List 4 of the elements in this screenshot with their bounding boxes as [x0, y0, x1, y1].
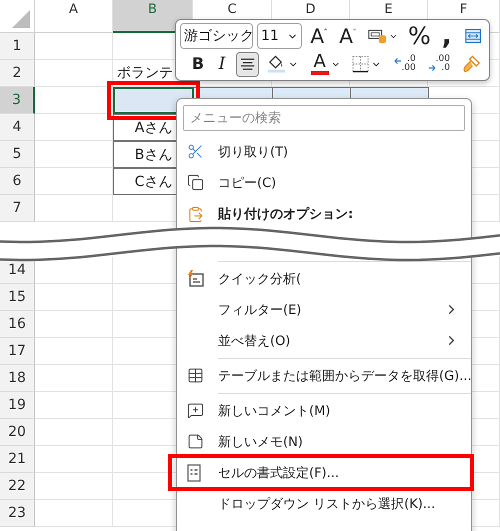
cell-text: ボランテ	[117, 64, 173, 82]
menu-section-heading: 貼り付けのオプション:	[177, 203, 471, 225]
decimal-places-label: .00 .0	[436, 55, 450, 73]
decimal-places-label: .0 .00	[401, 55, 416, 73]
